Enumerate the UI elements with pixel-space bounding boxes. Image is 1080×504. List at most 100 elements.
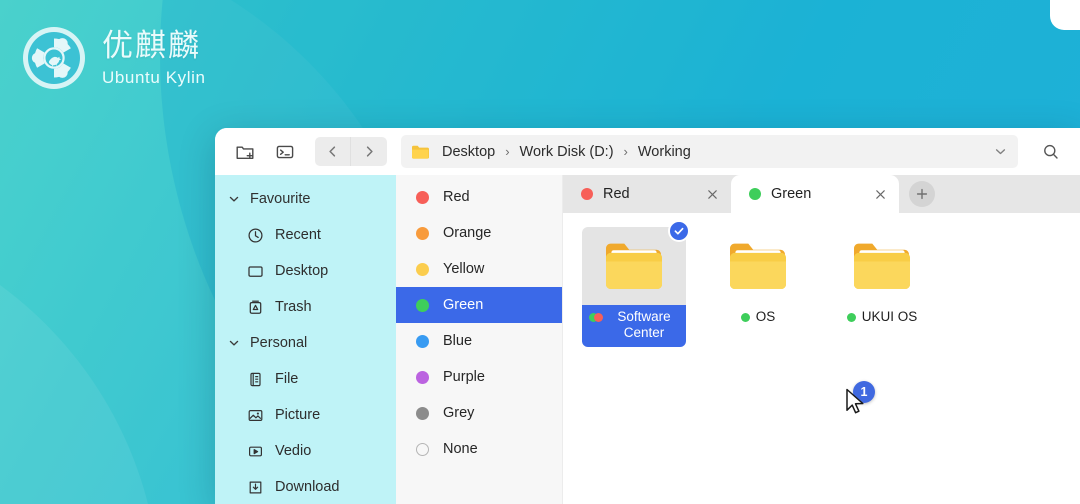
sidebar-item-trash[interactable]: Trash xyxy=(215,289,396,325)
ubuntu-kylin-branding: 优麒麟 Ubuntu Kylin xyxy=(20,24,206,92)
sidebar-item-label: Vedio xyxy=(275,443,311,459)
tab-label: Red xyxy=(603,186,693,202)
new-folder-icon[interactable] xyxy=(229,136,261,168)
tab-label: Green xyxy=(771,186,861,202)
color-swatch xyxy=(416,227,429,240)
file-label: Software Center xyxy=(582,305,686,347)
color-option-label: Orange xyxy=(443,225,491,241)
color-option-none[interactable]: None xyxy=(396,431,562,467)
color-swatch xyxy=(416,263,429,276)
breadcrumb-item-work-disk[interactable]: Work Disk (D:) xyxy=(517,142,617,162)
sidebar-item-label: Picture xyxy=(275,407,320,423)
file-thumbnail xyxy=(706,227,810,305)
file-thumbnail xyxy=(830,227,934,305)
image-icon xyxy=(247,407,264,424)
folder-icon xyxy=(851,240,913,292)
sidebar-group-personal[interactable]: Personal xyxy=(215,325,396,361)
file-name: OS xyxy=(756,309,776,325)
color-option-label: Grey xyxy=(443,405,474,421)
monitor-icon xyxy=(247,263,264,280)
trash-icon xyxy=(247,299,264,316)
sidebar-item-recent[interactable]: Recent xyxy=(215,217,396,253)
close-icon[interactable] xyxy=(871,185,889,203)
file-item-ukui-os[interactable]: UKUI OS xyxy=(830,227,934,331)
check-icon xyxy=(668,220,690,242)
sidebar-item-download[interactable]: Download xyxy=(215,469,396,504)
video-icon xyxy=(247,443,264,460)
tab-color-dot xyxy=(749,188,761,200)
sidebar-group-favourite[interactable]: Favourite xyxy=(215,181,396,217)
sidebar-group-label: Personal xyxy=(250,335,307,351)
branding-text: 优麒麟 Ubuntu Kylin xyxy=(102,31,206,86)
screen-corner-accent xyxy=(1050,0,1080,30)
tag-dot-red xyxy=(594,313,603,322)
window-body: Favourite Recent xyxy=(215,175,1080,504)
file-item-software-center[interactable]: Software Center xyxy=(582,227,686,347)
folder-icon xyxy=(411,144,430,160)
color-tag-menu: Red Orange Yellow Green Blue xyxy=(396,175,563,504)
plus-icon[interactable] xyxy=(909,181,935,207)
close-icon[interactable] xyxy=(703,185,721,203)
color-option-label: Blue xyxy=(443,333,472,349)
color-swatch xyxy=(416,371,429,384)
back-button[interactable] xyxy=(315,137,351,166)
search-icon[interactable] xyxy=(1034,135,1068,169)
breadcrumb-item-working[interactable]: Working xyxy=(635,142,694,162)
file-tag-dots xyxy=(847,309,856,322)
navigation-buttons xyxy=(315,137,387,166)
color-swatch xyxy=(416,407,429,420)
tab-green[interactable]: Green xyxy=(731,175,899,213)
chevron-down-icon xyxy=(227,192,241,206)
forward-button[interactable] xyxy=(351,137,387,166)
clock-icon xyxy=(247,227,264,244)
file-name: UKUI OS xyxy=(862,309,918,325)
color-option-grey[interactable]: Grey xyxy=(396,395,562,431)
breadcrumb-separator: › xyxy=(498,144,516,159)
brand-name-en: Ubuntu Kylin xyxy=(102,69,206,86)
file-thumbnail xyxy=(582,227,686,305)
content-pane: Red Green xyxy=(563,175,1080,504)
file-tag-dots xyxy=(589,309,603,322)
color-option-label: Purple xyxy=(443,369,485,385)
sidebar-item-vedio[interactable]: Vedio xyxy=(215,433,396,469)
color-option-label: Yellow xyxy=(443,261,484,277)
document-icon xyxy=(247,371,264,388)
color-swatch-none xyxy=(416,443,429,456)
sidebar-item-label: Download xyxy=(275,479,340,495)
color-option-purple[interactable]: Purple xyxy=(396,359,562,395)
desktop-background: 优麒麟 Ubuntu Kylin xyxy=(0,0,1080,504)
terminal-icon[interactable] xyxy=(269,136,301,168)
chevron-down-icon[interactable] xyxy=(993,144,1010,159)
sidebar-item-label: File xyxy=(275,371,298,387)
tab-color-dot xyxy=(581,188,593,200)
tag-dot-green xyxy=(847,313,856,322)
sidebar-item-picture[interactable]: Picture xyxy=(215,397,396,433)
breadcrumb-item-desktop[interactable]: Desktop xyxy=(439,142,498,162)
color-option-orange[interactable]: Orange xyxy=(396,215,562,251)
tab-red[interactable]: Red xyxy=(563,175,731,213)
file-manager-window: Desktop › Work Disk (D:) › Working xyxy=(215,128,1080,504)
file-label: UKUI OS xyxy=(840,305,925,331)
folder-icon xyxy=(603,240,665,292)
file-icon-view[interactable]: Software Center xyxy=(563,213,1080,504)
sidebar-item-file[interactable]: File xyxy=(215,361,396,397)
color-option-blue[interactable]: Blue xyxy=(396,323,562,359)
sidebar-item-label: Trash xyxy=(275,299,312,315)
color-option-green[interactable]: Green xyxy=(396,287,562,323)
color-option-red[interactable]: Red xyxy=(396,179,562,215)
sidebar-group-label: Favourite xyxy=(250,191,310,207)
ubuntu-kylin-logo-icon xyxy=(20,24,88,92)
color-swatch xyxy=(416,191,429,204)
color-swatch xyxy=(416,299,429,312)
breadcrumb-path-bar[interactable]: Desktop › Work Disk (D:) › Working xyxy=(401,135,1018,168)
tab-strip-filler xyxy=(935,175,1080,213)
file-item-os[interactable]: OS xyxy=(706,227,810,331)
color-option-label: Green xyxy=(443,297,483,313)
toolbar: Desktop › Work Disk (D:) › Working xyxy=(215,128,1080,175)
breadcrumb-separator: › xyxy=(617,144,635,159)
color-option-label: Red xyxy=(443,189,470,205)
sidebar-item-desktop[interactable]: Desktop xyxy=(215,253,396,289)
sidebar-item-label: Desktop xyxy=(275,263,328,279)
color-option-yellow[interactable]: Yellow xyxy=(396,251,562,287)
sidebar-item-label: Recent xyxy=(275,227,321,243)
